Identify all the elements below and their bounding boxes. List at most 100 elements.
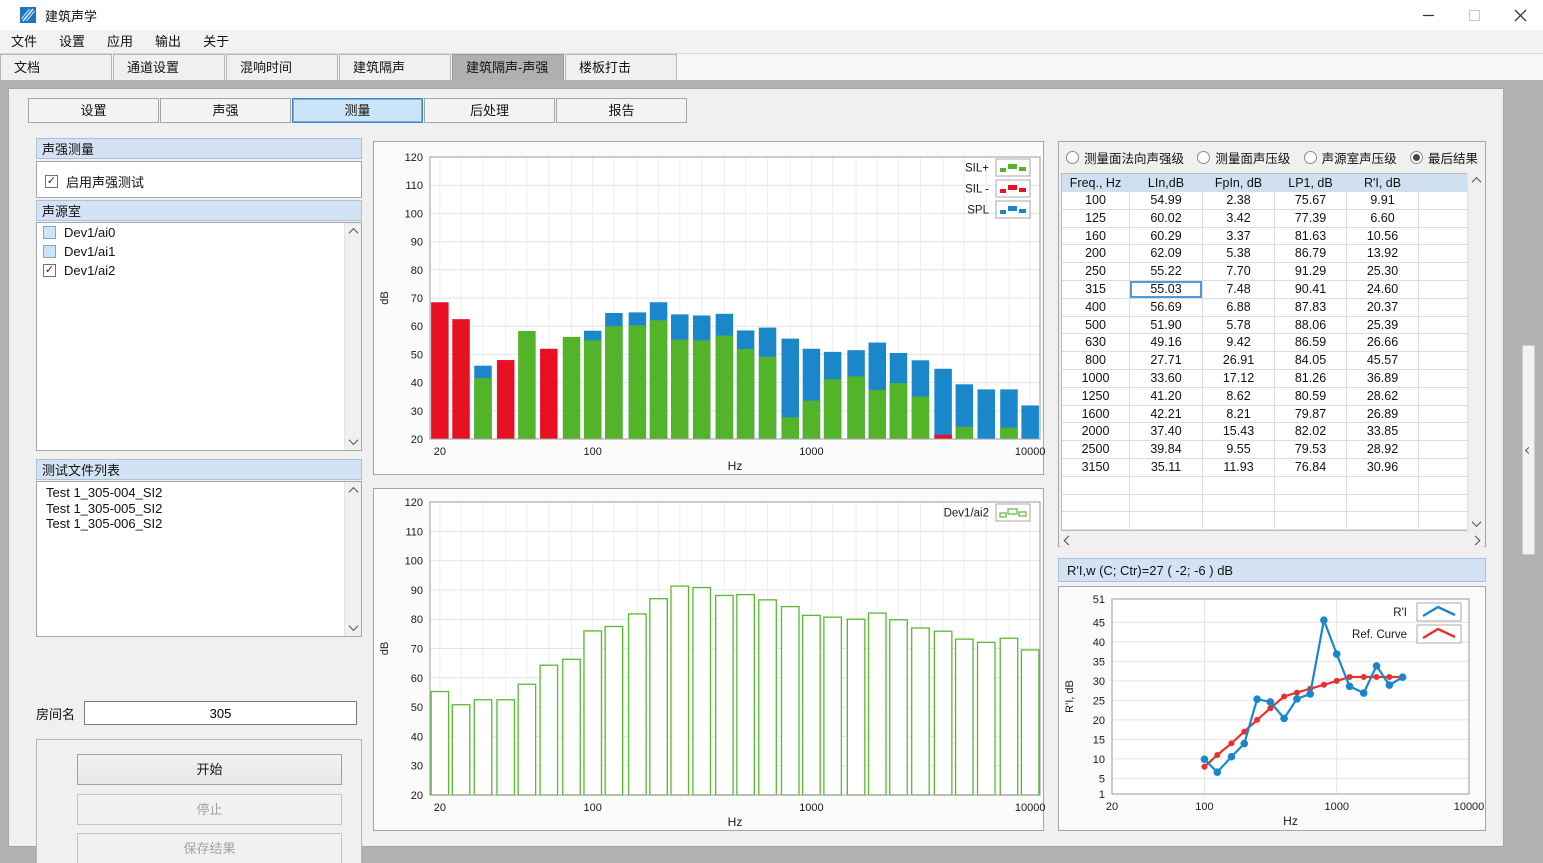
table-cell[interactable]: 82.02 (1275, 423, 1347, 440)
table-cell[interactable]: 87.83 (1275, 299, 1347, 316)
table-cell[interactable]: 3150 (1062, 459, 1130, 476)
table-cell[interactable]: 9.42 (1203, 334, 1275, 351)
test-file-item-1[interactable]: Test 1_305-005_SI2 (37, 501, 344, 517)
table-cell[interactable] (1419, 228, 1469, 245)
table-row[interactable]: 31555.037.4890.4124.60 (1062, 281, 1469, 299)
table-cell[interactable]: 55.22 (1130, 263, 1203, 280)
sub-tab-0[interactable]: 设置 (28, 98, 159, 123)
channel-checkbox[interactable] (43, 245, 56, 258)
stop-button[interactable]: 停止 (77, 794, 342, 825)
table-cell[interactable]: 125 (1062, 210, 1130, 227)
table-cell[interactable]: 35.11 (1130, 459, 1203, 476)
table-cell[interactable] (1419, 441, 1469, 458)
table-cell[interactable]: 33.60 (1130, 370, 1203, 387)
table-cell[interactable] (1347, 512, 1419, 529)
table-cell[interactable]: 81.26 (1275, 370, 1347, 387)
table-row[interactable]: 200037.4015.4382.0233.85 (1062, 423, 1469, 441)
table-row[interactable]: 125041.208.6280.5928.62 (1062, 388, 1469, 406)
table-row[interactable]: 160042.218.2179.8726.89 (1062, 406, 1469, 424)
table-cell[interactable]: 54.99 (1130, 192, 1203, 209)
table-cell[interactable]: 25.39 (1347, 317, 1419, 334)
table-cell[interactable]: 24.60 (1347, 281, 1419, 298)
table-cell[interactable]: 77.39 (1275, 210, 1347, 227)
table-cell[interactable]: 88.06 (1275, 317, 1347, 334)
radio-circle-icon[interactable] (1066, 151, 1079, 164)
table-row[interactable]: 16060.293.3781.6310.56 (1062, 228, 1469, 246)
table-cell[interactable]: 27.71 (1130, 352, 1203, 369)
main-tab-0[interactable]: 文档 (0, 54, 112, 80)
table-cell[interactable]: 62.09 (1130, 245, 1203, 262)
table-cell[interactable]: 60.02 (1130, 210, 1203, 227)
table-cell[interactable] (1275, 477, 1347, 494)
table-cell[interactable] (1275, 512, 1347, 529)
sub-tab-4[interactable]: 报告 (556, 98, 687, 123)
table-row[interactable]: 315035.1111.9376.8430.96 (1062, 459, 1469, 477)
table-cell[interactable]: 49.16 (1130, 334, 1203, 351)
table-cell[interactable] (1130, 477, 1203, 494)
table-cell[interactable]: 81.63 (1275, 228, 1347, 245)
table-cell[interactable]: 42.21 (1130, 406, 1203, 423)
table-cell[interactable] (1419, 512, 1469, 529)
table-cell[interactable]: 33.85 (1347, 423, 1419, 440)
table-cell[interactable] (1419, 299, 1469, 316)
main-tab-1[interactable]: 通道设置 (113, 54, 225, 80)
table-cell[interactable]: 1600 (1062, 406, 1130, 423)
table-cell[interactable] (1062, 495, 1130, 512)
table-cell[interactable]: 250 (1062, 263, 1130, 280)
table-cell[interactable]: 17.12 (1203, 370, 1275, 387)
menu-item-1[interactable]: 设置 (48, 30, 96, 53)
table-cell[interactable]: 9.91 (1347, 192, 1419, 209)
menu-item-0[interactable]: 文件 (0, 30, 48, 53)
table-cell[interactable] (1203, 477, 1275, 494)
maximize-icon[interactable] (1451, 0, 1497, 30)
channel-list-scrollbar[interactable] (344, 223, 361, 450)
radio-circle-icon[interactable] (1197, 151, 1210, 164)
table-cell[interactable]: 41.20 (1130, 388, 1203, 405)
table-cell[interactable]: 7.70 (1203, 263, 1275, 280)
table-cell[interactable] (1419, 495, 1469, 512)
table-cell[interactable] (1347, 477, 1419, 494)
table-cell[interactable]: 6.88 (1203, 299, 1275, 316)
table-row[interactable]: 100033.6017.1281.2636.89 (1062, 370, 1469, 388)
table-cell[interactable]: 39.84 (1130, 441, 1203, 458)
collapse-splitter[interactable] (1522, 345, 1535, 555)
channel-item-2[interactable]: ✓Dev1/ai2 (37, 261, 344, 280)
channel-checkbox[interactable] (43, 226, 56, 239)
table-cell[interactable]: 56.69 (1130, 299, 1203, 316)
table-row[interactable] (1062, 477, 1469, 495)
main-tab-2[interactable]: 混响时间 (226, 54, 338, 80)
table-cell[interactable]: 200 (1062, 245, 1130, 262)
close-icon[interactable] (1497, 0, 1543, 30)
table-cell[interactable]: 26.91 (1203, 352, 1275, 369)
table-cell[interactable] (1062, 512, 1130, 529)
table-cell[interactable]: 79.53 (1275, 441, 1347, 458)
scroll-down-icon[interactable] (345, 619, 362, 636)
radio-circle-icon[interactable] (1304, 151, 1317, 164)
table-cell[interactable]: 60.29 (1130, 228, 1203, 245)
table-cell[interactable]: 26.66 (1347, 334, 1419, 351)
table-cell[interactable]: 36.89 (1347, 370, 1419, 387)
scroll-down-icon[interactable] (1468, 516, 1485, 531)
table-cell[interactable] (1203, 495, 1275, 512)
scroll-up-icon[interactable] (345, 482, 362, 499)
table-row[interactable] (1062, 495, 1469, 513)
result-view-radio-1[interactable]: 测量面声压级 (1197, 148, 1290, 167)
scroll-left-icon[interactable] (1060, 533, 1077, 548)
channel-checkbox[interactable]: ✓ (43, 264, 56, 277)
table-cell[interactable]: 10.56 (1347, 228, 1419, 245)
table-row[interactable]: 50051.905.7888.0625.39 (1062, 317, 1469, 335)
table-cell[interactable]: 3.37 (1203, 228, 1275, 245)
table-cell[interactable] (1419, 192, 1469, 209)
table-cell[interactable]: 25.30 (1347, 263, 1419, 280)
main-tab-3[interactable]: 建筑隔声 (339, 54, 451, 80)
channel-item-1[interactable]: Dev1/ai1 (37, 242, 344, 261)
main-tab-5[interactable]: 楼板打击 (565, 54, 677, 80)
table-cell[interactable] (1419, 245, 1469, 262)
table-cell[interactable]: 15.43 (1203, 423, 1275, 440)
table-cell[interactable]: 630 (1062, 334, 1130, 351)
table-cell[interactable] (1203, 512, 1275, 529)
table-cell[interactable]: 1250 (1062, 388, 1130, 405)
table-cell[interactable] (1419, 423, 1469, 440)
table-cell[interactable] (1419, 317, 1469, 334)
table-cell[interactable]: 80.59 (1275, 388, 1347, 405)
